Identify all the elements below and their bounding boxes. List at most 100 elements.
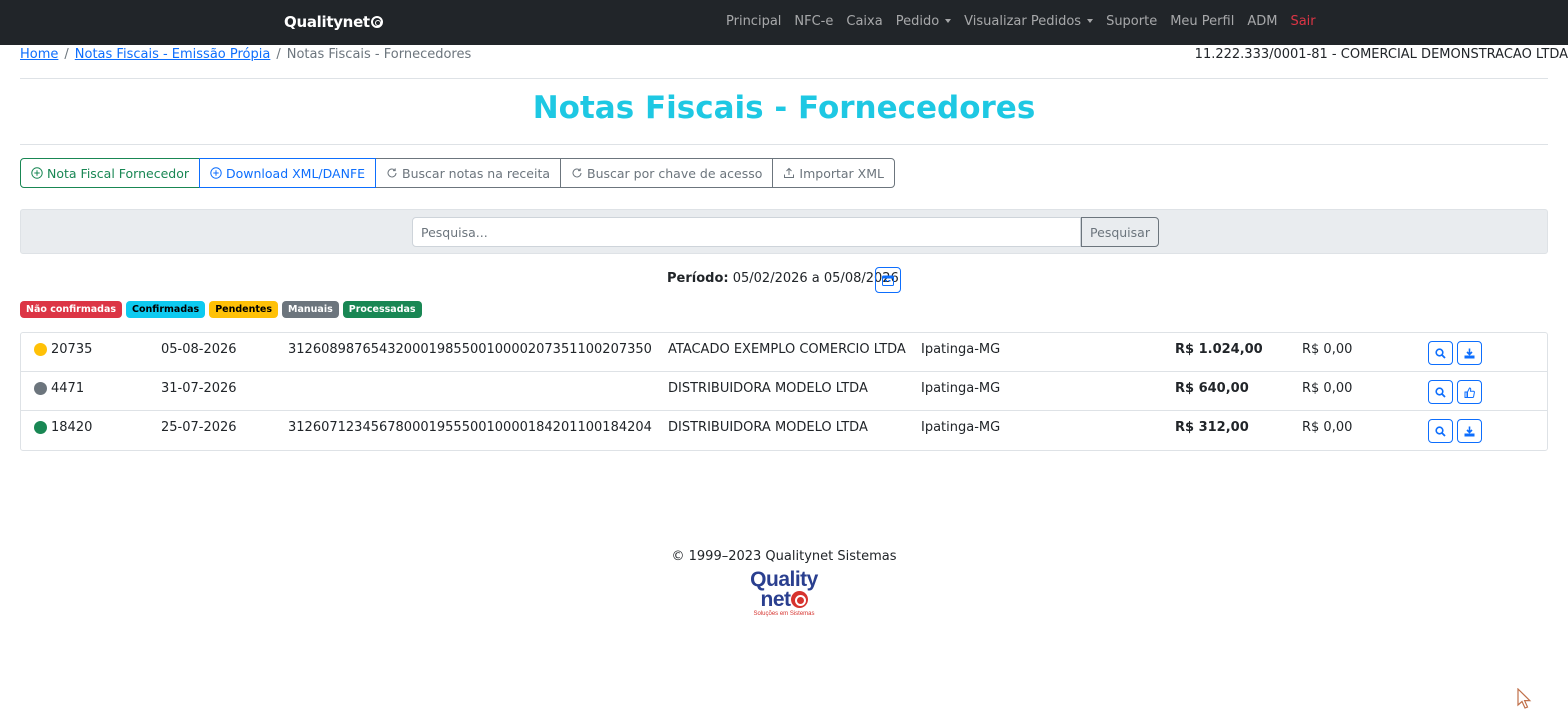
logo-line2: net — [741, 588, 827, 611]
logo-line2-text: net — [760, 588, 792, 611]
period-label: Período: — [667, 271, 729, 286]
invoice-secondary-value: R$ 0,00 — [1302, 381, 1353, 396]
logo-q-icon — [790, 591, 808, 608]
table-row: 20735 05-08-2026 3126089876543200019855001… — [21, 333, 1547, 372]
nav-visualizar-pedidos-dropdown[interactable]: Visualizar Pedidos — [964, 14, 1094, 29]
download-label: Download XML/DANFE — [226, 165, 366, 181]
nav-suporte[interactable]: Suporte — [1106, 14, 1157, 29]
import-xml-label: Importar XML — [799, 165, 884, 181]
nav-adm[interactable]: ADM — [1247, 14, 1277, 29]
status-badge: Manuais — [282, 301, 339, 318]
search-key-label: Buscar por chave de acesso — [587, 165, 763, 181]
view-invoice-button[interactable] — [1428, 419, 1453, 443]
divider — [20, 78, 1548, 79]
main-nav: Principal NFC-e Caixa Pedido Visualizar … — [726, 14, 1316, 29]
calendar-button[interactable] — [875, 267, 901, 293]
mouse-cursor-icon — [1517, 688, 1532, 709]
download-xml-danfe-button[interactable]: Download XML/DANFE — [199, 158, 377, 188]
confirm-invoice-button[interactable] — [1457, 380, 1482, 404]
invoice-total: R$ 640,00 — [1175, 381, 1249, 396]
search-icon — [1435, 425, 1446, 437]
nav-caixa[interactable]: Caixa — [846, 14, 882, 29]
supplier-name: DISTRIBUIDORA MODELO LTDA — [668, 381, 868, 396]
period-value: 05/02/2026 a 05/08/2026 — [732, 271, 899, 286]
nav-logout[interactable]: Sair — [1290, 14, 1315, 29]
invoice-secondary-value: R$ 0,00 — [1302, 420, 1353, 435]
status-badge: Processadas — [342, 301, 422, 318]
nav-meu-perfil[interactable]: Meu Perfil — [1170, 14, 1234, 29]
search-input[interactable] — [412, 217, 1081, 247]
status-legend: Não confirmadas Confirmadas Pendentes Manua… — [20, 301, 422, 318]
logo-tagline: Soluções em Sistemas — [753, 611, 815, 617]
top-navbar: Qualitynet Principal NFC-e Caixa Pedido … — [0, 0, 1568, 45]
invoice-date: 31-07-2026 — [161, 381, 237, 396]
brand-logo[interactable]: Qualitynet — [284, 13, 383, 31]
view-invoice-button[interactable] — [1428, 380, 1453, 404]
access-key: 3126071234567800019555001000018420110018… — [288, 420, 652, 435]
period-display: Período: 05/02/2026 a 05/08/2026 — [667, 271, 899, 286]
breadcrumb-home[interactable]: Home — [20, 47, 58, 62]
new-invoice-button[interactable]: Nota Fiscal Fornecedor — [20, 158, 200, 188]
invoice-total: R$ 1.024,00 — [1175, 342, 1263, 357]
status-badge: Pendentes — [209, 301, 279, 318]
new-invoice-label: Nota Fiscal Fornecedor — [47, 165, 189, 181]
calendar-icon — [882, 275, 894, 286]
nav-pedido-label: Pedido — [895, 14, 940, 29]
invoice-number: 18420 — [51, 420, 93, 435]
invoice-table: 20735 05-08-2026 3126089876543200019855001… — [20, 332, 1548, 451]
invoice-number: 4471 — [51, 381, 85, 396]
nav-principal[interactable]: Principal — [726, 14, 781, 29]
import-xml-button[interactable]: Importar XML — [772, 158, 895, 188]
breadcrumb-separator: / — [64, 47, 69, 62]
status-badge: Confirmadas — [126, 301, 206, 318]
plus-circle-icon — [31, 167, 43, 179]
invoice-number: 20735 — [51, 342, 93, 357]
refresh-icon — [387, 168, 397, 178]
access-key: 3126089876543200019855001000020735110020… — [288, 342, 652, 357]
plus-circle-icon — [210, 167, 222, 179]
page-title: Notas Fiscais - Fornecedores — [532, 90, 1036, 126]
nav-visualizar-pedidos-label: Visualizar Pedidos — [964, 14, 1082, 29]
search-receita-label: Buscar notas na receita — [402, 165, 551, 181]
invoice-secondary-value: R$ 0,00 — [1302, 342, 1353, 357]
refresh-icon — [572, 168, 582, 178]
download-invoice-button[interactable] — [1457, 419, 1482, 443]
view-invoice-button[interactable] — [1428, 341, 1453, 365]
search-panel: Pesquisar — [20, 209, 1548, 254]
invoice-total: R$ 312,00 — [1175, 420, 1249, 435]
search-receita-button[interactable]: Buscar notas na receita — [375, 158, 562, 188]
breadcrumb-separator: / — [276, 47, 281, 62]
nav-pedido-dropdown[interactable]: Pedido — [895, 14, 952, 29]
status-dot — [34, 382, 47, 395]
search-icon — [1435, 347, 1446, 359]
breadcrumb-parent[interactable]: Notas Fiscais - Emissão Própia — [75, 47, 271, 62]
supplier-city: Ipatinga-MG — [921, 381, 1001, 396]
caret-down-icon — [945, 19, 952, 23]
supplier-name: DISTRIBUIDORA MODELO LTDA — [668, 420, 868, 435]
invoice-date: 05-08-2026 — [161, 342, 237, 357]
supplier-city: Ipatinga-MG — [921, 342, 1001, 357]
toolbar: Nota Fiscal Fornecedor Download XML/DANF… — [20, 158, 895, 188]
search-icon — [1435, 386, 1446, 398]
logo-line1: Quality — [750, 568, 818, 591]
at-icon — [370, 16, 383, 28]
breadcrumb-current: Notas Fiscais - Fornecedores — [286, 47, 472, 62]
caret-down-icon — [1087, 19, 1094, 23]
status-dot — [34, 343, 47, 356]
download-invoice-button[interactable] — [1457, 341, 1482, 365]
thumbs-up-icon — [1464, 386, 1475, 398]
status-dot — [34, 421, 47, 434]
table-row: 4471 31-07-2026 DISTRIBUIDORA MODELO LTDA I… — [21, 372, 1547, 411]
invoice-date: 25-07-2026 — [161, 420, 237, 435]
search-key-button[interactable]: Buscar por chave de acesso — [560, 158, 774, 188]
search-button[interactable]: Pesquisar — [1081, 217, 1159, 247]
supplier-name: ATACADO EXEMPLO COMERCIO LTDA — [668, 342, 906, 357]
divider — [20, 144, 1548, 145]
breadcrumb: Home / Notas Fiscais - Emissão Própia / Nota… — [20, 47, 471, 62]
nav-nfce[interactable]: NFC-e — [794, 14, 833, 29]
table-row: 18420 25-07-2026 3126071234567800019555001… — [21, 411, 1547, 450]
status-badge: Não confirmadas — [20, 301, 123, 318]
download-icon — [1464, 426, 1475, 436]
footer-logo: Quality net Soluções em Sistemas — [741, 568, 827, 620]
download-icon — [1464, 348, 1475, 358]
